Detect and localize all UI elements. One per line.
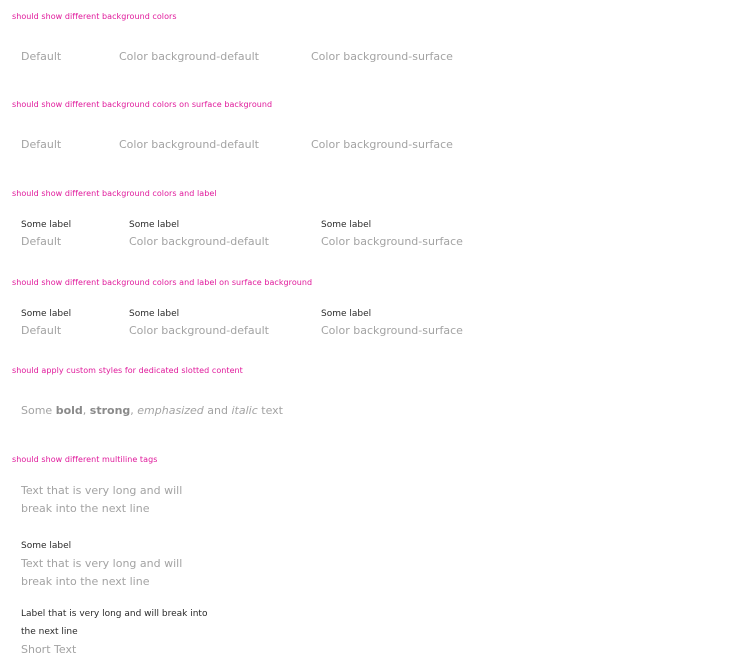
tag-slotted: Some bold, strong, emphasized and italic… — [12, 402, 283, 420]
tag-label: Some label — [21, 541, 72, 551]
tag-label: Some label — [129, 220, 180, 230]
tag-text: Default — [21, 324, 62, 337]
text-italic: italic — [231, 404, 258, 417]
section-heading: should show different multiline tags — [12, 455, 158, 464]
tag-default: Default — [12, 48, 61, 66]
text-bold: bold — [55, 404, 83, 417]
tag-text: Default — [21, 50, 62, 63]
tag-background-surface: Some label Color background-surface — [312, 218, 463, 251]
tag-text: Default — [21, 235, 62, 248]
tag-text: Color background-surface — [311, 138, 453, 151]
tag-text: Color background-default — [119, 50, 259, 63]
tag-text: Color background-surface — [321, 324, 463, 337]
tag-text: Color background-default — [129, 235, 269, 248]
text-comma: , — [82, 404, 90, 417]
tag-background-default: Some label Color background-default — [120, 307, 269, 340]
section-heading: should show different background colors … — [12, 100, 273, 109]
text-and: and — [203, 404, 232, 417]
tag-label: Some label — [129, 309, 180, 319]
tag-text: Color background-surface — [311, 50, 453, 63]
tag-multiline-text: Text that is very long and will break in… — [12, 482, 186, 518]
tag-label: Label that is very long and will break i… — [21, 609, 208, 637]
tag-text: Text that is very long and will break in… — [21, 557, 183, 588]
tag-label: Some label — [21, 220, 72, 230]
tag-background-default: Color background-default — [110, 136, 259, 154]
tag-text: Some bold, strong, emphasized and italic… — [21, 402, 283, 420]
text-emphasized: emphasized — [137, 404, 204, 417]
tag-label: Some label — [321, 309, 372, 319]
tag-text: Default — [21, 138, 62, 151]
tag-default: Default — [12, 136, 61, 154]
tag-background-surface: Color background-surface — [302, 48, 453, 66]
section-heading: should show different background colors … — [12, 278, 313, 287]
section-heading: should show different background colors — [12, 12, 177, 21]
tag-text: Color background-surface — [321, 235, 463, 248]
tag-background-default: Some label Color background-default — [120, 218, 269, 251]
tag-background-surface: Color background-surface — [302, 136, 453, 154]
section-heading: should apply custom styles for dedicated… — [12, 366, 243, 375]
tag-multiline-long-label: Label that is very long and will break i… — [12, 605, 211, 659]
tag-label: Some label — [21, 309, 72, 319]
section-heading: should show different background colors … — [12, 189, 217, 198]
text-some: Some — [21, 404, 56, 417]
text-tail: text — [257, 404, 283, 417]
tag-label: Some label — [321, 220, 372, 230]
text-strong: strong — [89, 404, 131, 417]
tag-text: Color background-default — [119, 138, 259, 151]
tag-multiline-labeled: Some label Text that is very long and wi… — [12, 537, 186, 591]
tag-background-surface: Some label Color background-surface — [312, 307, 463, 340]
tag-background-default: Color background-default — [110, 48, 259, 66]
tag-text: Text that is very long and will break in… — [21, 484, 183, 515]
tag-default: Some label Default — [12, 307, 71, 340]
tag-text: Short Text — [21, 643, 77, 656]
tag-text: Color background-default — [129, 324, 269, 337]
tag-default: Some label Default — [12, 218, 71, 251]
